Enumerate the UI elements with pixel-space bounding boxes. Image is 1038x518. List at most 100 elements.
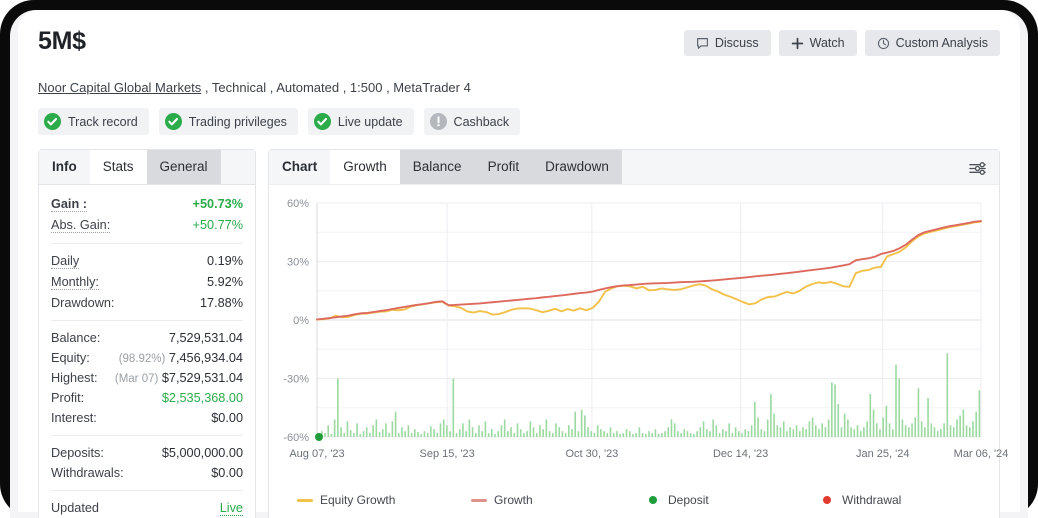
stat-row-highest: Highest: (Mar 07) $7,529,531.04 (51, 368, 243, 388)
sliders-icon[interactable] (963, 155, 991, 181)
discuss-button[interactable]: Discuss (683, 30, 771, 56)
svg-text:-30%: -30% (283, 374, 309, 386)
stat-value: $2,535,368.00 (161, 391, 243, 405)
exclamation-circle-icon (429, 113, 447, 130)
stat-value: (98.92%) 7,456,934.04 (119, 351, 243, 365)
svg-text:Mar 06, '24: Mar 06, '24 (954, 448, 1009, 460)
check-circle-icon (164, 113, 182, 130)
badge-label: Track record (68, 114, 138, 129)
badge-trading-privileges[interactable]: Trading privileges (158, 108, 298, 135)
stat-row-abs-gain: Abs. Gain: +50.77% (51, 215, 243, 236)
tab-profit[interactable]: Profit (474, 150, 533, 184)
stat-row-monthly: Monthly: 5.92% (51, 272, 243, 293)
stat-row-profit: Profit: $2,535,368.00 (51, 388, 243, 408)
stat-row-gain: Gain : +50.73% (51, 194, 243, 215)
profile-card: 5M$ Discuss Watch Custom Analysis Noor C… (18, 10, 1020, 518)
stat-key[interactable]: Monthly: (51, 275, 99, 290)
stats-group-tracking: Updated Live Tracking 0 (51, 490, 243, 518)
stat-value: +50.73% (192, 197, 243, 211)
tab-drawdown[interactable]: Drawdown (532, 150, 622, 184)
chart-legend: Equity Growth Growth Deposit Withdrawal (269, 485, 999, 517)
tab-balance[interactable]: Balance (399, 150, 475, 184)
stat-value-prefix: (98.92%) (118, 353, 166, 365)
breadcrumb: Noor Capital Global Markets , Technical … (38, 80, 1000, 95)
badge-cashback[interactable]: Cashback (423, 108, 521, 135)
legend-line-swatch (297, 498, 313, 502)
badge-label: Cashback (453, 114, 510, 129)
svg-text:Oct 30, '23: Oct 30, '23 (565, 448, 618, 460)
stat-row-withdrawals: Withdrawals: $0.00 (51, 463, 243, 483)
stats-group-account: Balance: 7,529,531.04 Equity: (98.92%) 7… (51, 320, 243, 431)
stat-value: 0.19% (207, 254, 243, 268)
broker-link[interactable]: Noor Capital Global Markets (38, 80, 201, 95)
svg-text:Jan 25, '24: Jan 25, '24 (856, 448, 909, 460)
tab-info[interactable]: Info (39, 150, 90, 184)
badge-list: Track record Trading privileges Live upd… (38, 108, 1000, 135)
stats-tabs: Info Stats General (39, 150, 255, 185)
legend-dot-swatch (823, 496, 831, 504)
stat-key: Balance: (51, 331, 101, 345)
growth-chart: 60% 30% 0% -30% -60% Aug 07, '23 Sep 15, '23 Oc… (269, 185, 1008, 485)
check-circle-icon (44, 113, 61, 130)
plus-icon (791, 37, 804, 50)
legend-line-swatch (471, 498, 487, 502)
badge-label: Trading privileges (188, 114, 287, 129)
badge-live-update[interactable]: Live update (307, 108, 414, 135)
stat-value-main: 7,456,934.04 (168, 351, 243, 365)
clock-icon (877, 37, 890, 50)
stat-key[interactable]: Gain : (51, 197, 87, 212)
stat-value-prefix: (Mar 07) (114, 373, 159, 385)
screen: 5M$ Discuss Watch Custom Analysis Noor C… (10, 10, 1028, 518)
stat-key: Updated (51, 501, 99, 515)
stat-row-deposits: Deposits: $5,000,000.00 (51, 443, 243, 463)
legend-item-withdrawal[interactable]: Withdrawal (819, 493, 993, 507)
stat-key[interactable]: Daily (51, 254, 80, 269)
badge-label: Live update (337, 114, 403, 129)
stat-key: Deposits: (51, 446, 104, 460)
stat-value-main: $7,529,531.04 (161, 371, 243, 385)
stat-row-balance: Balance: 7,529,531.04 (51, 328, 243, 348)
tab-growth[interactable]: Growth (330, 150, 400, 184)
custom-analysis-button[interactable]: Custom Analysis (864, 30, 1000, 56)
stat-key: Interest: (51, 411, 97, 425)
custom-analysis-label: Custom Analysis (895, 36, 988, 50)
badge-track-record[interactable]: Track record (38, 108, 149, 135)
stats-panel: Info Stats General Gain : +50.73% Abs. G… (38, 149, 256, 518)
svg-text:Aug 07, '23: Aug 07, '23 (289, 448, 344, 460)
stat-key: Equity: (51, 351, 90, 365)
legend-item-deposit[interactable]: Deposit (645, 493, 819, 507)
tab-general[interactable]: General (146, 150, 221, 184)
legend-item-equity-growth[interactable]: Equity Growth (297, 493, 471, 507)
chat-icon (696, 37, 709, 50)
stats-group-cashflow: Deposits: $5,000,000.00 Withdrawals: $0.… (51, 435, 243, 486)
tab-stats[interactable]: Stats (89, 150, 147, 184)
svg-text:30%: 30% (287, 257, 309, 269)
stat-key[interactable]: Abs. Gain: (51, 218, 111, 233)
legend-dot-swatch (649, 496, 657, 504)
stat-key: Withdrawals: (51, 466, 124, 480)
legend-item-growth[interactable]: Growth (471, 493, 645, 507)
stats-list: Gain : +50.73% Abs. Gain: +50.77% Daily … (39, 185, 255, 518)
tab-chart[interactable]: Chart (269, 150, 330, 184)
device-bezel: 5M$ Discuss Watch Custom Analysis Noor C… (0, 0, 1038, 518)
stat-row-equity: Equity: (98.92%) 7,456,934.04 (51, 348, 243, 368)
stat-value: $5,000,000.00 (161, 446, 243, 460)
stat-value: +50.77% (192, 218, 243, 232)
watch-label: Watch (809, 36, 845, 50)
stat-value: $0.00 (211, 466, 243, 480)
legend-label: Deposit (668, 493, 709, 507)
page-header: 5M$ Discuss Watch Custom Analysis (38, 26, 1000, 68)
meta-rest: , Technical , Automated , 1:500 , MetaTr… (201, 80, 471, 95)
svg-text:Dec 14, '23: Dec 14, '23 (713, 448, 768, 460)
stat-value: 7,529,531.04 (168, 331, 243, 345)
stat-row-interest: Interest: $0.00 (51, 408, 243, 428)
stats-group-gain: Gain : +50.73% Abs. Gain: +50.77% (51, 191, 243, 239)
stat-key: Drawdown: (51, 296, 115, 310)
live-status-link[interactable]: Live (219, 501, 243, 516)
stat-row-updated: Updated Live (51, 498, 243, 518)
chart-svg[interactable]: 60% 30% 0% -30% -60% Aug 07, '23 Sep 15, '23 Oc… (269, 191, 1008, 481)
stat-key: Profit: (51, 391, 85, 405)
legend-label: Growth (494, 493, 533, 507)
stat-key: Highest: (51, 371, 98, 385)
watch-button[interactable]: Watch (778, 30, 857, 56)
